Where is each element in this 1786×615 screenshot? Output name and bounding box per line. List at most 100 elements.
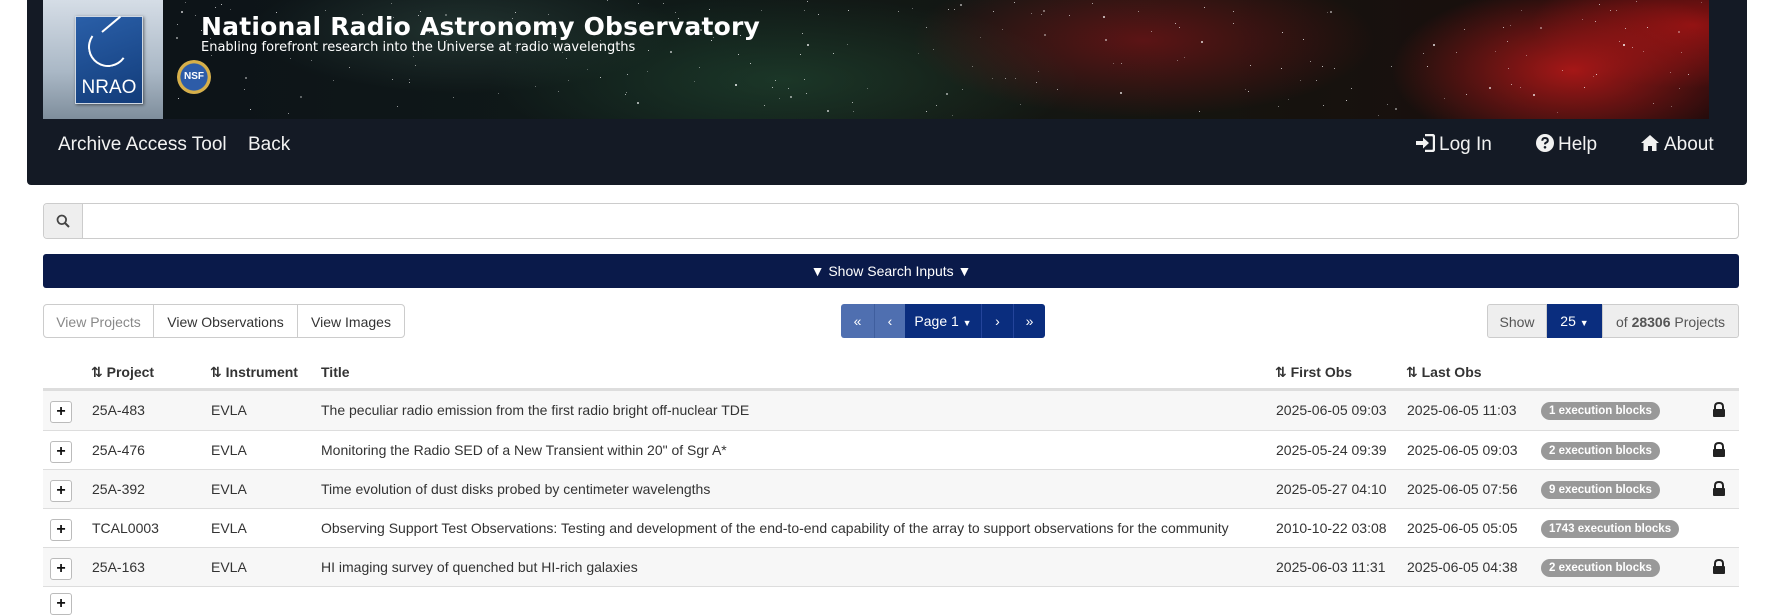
star-dot bbox=[1671, 106, 1673, 108]
star-dot bbox=[1278, 106, 1280, 108]
star-dot bbox=[1303, 39, 1305, 41]
nav-archive-access-tool[interactable]: Archive Access Tool bbox=[58, 134, 227, 156]
star-dot bbox=[925, 26, 927, 28]
nsf-logo[interactable]: NSF bbox=[177, 60, 211, 94]
star-dot bbox=[1652, 102, 1654, 104]
login-icon bbox=[1416, 133, 1436, 153]
prev-page-button[interactable]: ‹ bbox=[874, 304, 905, 338]
page-select-dropdown[interactable]: Page 1 ▼ bbox=[905, 304, 981, 338]
column-header-instrument[interactable]: ⇅ Instrument bbox=[210, 364, 298, 381]
cell-instrument: EVLA bbox=[211, 402, 247, 418]
execution-blocks-badge[interactable]: 1 execution blocks bbox=[1541, 402, 1660, 420]
star-dot bbox=[898, 10, 900, 12]
star-dot bbox=[847, 10, 849, 12]
star-dot bbox=[833, 53, 835, 55]
star-dot bbox=[1533, 93, 1535, 96]
execution-blocks-badge[interactable]: 2 execution blocks bbox=[1541, 442, 1660, 460]
cell-project[interactable]: 25A-163 bbox=[92, 559, 145, 575]
star-dot bbox=[1503, 26, 1505, 28]
cell-title: The peculiar radio emission from the fir… bbox=[321, 402, 750, 418]
nav-help[interactable]: Help bbox=[1536, 134, 1597, 156]
next-page-button[interactable]: › bbox=[981, 304, 1013, 338]
expand-row-button[interactable]: + bbox=[50, 401, 72, 423]
star-dot bbox=[627, 74, 629, 76]
star-dot bbox=[945, 92, 948, 95]
page-size-value: 25 bbox=[1560, 313, 1576, 329]
star-dot bbox=[646, 71, 648, 73]
table-row: + 25A-392 EVLA Time evolution of dust di… bbox=[43, 469, 1739, 509]
star-dot bbox=[1031, 13, 1032, 15]
star-dot bbox=[1510, 25, 1512, 27]
view-images-button[interactable]: View Images bbox=[297, 304, 405, 338]
cell-instrument: EVLA bbox=[211, 481, 247, 497]
nav-back[interactable]: Back bbox=[248, 134, 290, 156]
last-page-button[interactable]: » bbox=[1013, 304, 1045, 338]
lock-icon bbox=[1713, 559, 1725, 574]
view-observations-button[interactable]: View Observations bbox=[153, 304, 298, 338]
star-dot bbox=[1494, 51, 1496, 53]
cell-last-obs: 2025-06-05 05:05 bbox=[1407, 520, 1518, 536]
star-dot bbox=[1299, 80, 1301, 82]
nav-log-in[interactable]: Log In bbox=[1415, 133, 1492, 156]
first-page-button[interactable]: « bbox=[841, 304, 874, 338]
column-header-first-obs[interactable]: ⇅ First Obs bbox=[1275, 364, 1352, 381]
search-input[interactable] bbox=[84, 204, 1724, 238]
star-dot bbox=[1670, 72, 1671, 74]
view-projects-button[interactable]: View Projects bbox=[43, 304, 154, 338]
expand-row-button[interactable]: + bbox=[50, 519, 72, 541]
execution-blocks-badge[interactable]: 2 execution blocks bbox=[1541, 559, 1660, 577]
table-row: + 25A-163 EVLA HI imaging survey of quen… bbox=[43, 547, 1739, 587]
count-unit: Projects bbox=[1674, 314, 1725, 330]
search-icon bbox=[44, 204, 83, 238]
star-dot bbox=[180, 11, 183, 14]
star-dot bbox=[1014, 77, 1016, 79]
star-dot bbox=[847, 43, 849, 45]
cell-project[interactable]: 25A-392 bbox=[92, 481, 145, 497]
cell-project[interactable]: TCAL0003 bbox=[92, 520, 159, 536]
column-header-project[interactable]: ⇅ Project bbox=[91, 364, 154, 381]
expand-row-button[interactable]: + bbox=[50, 558, 72, 580]
expand-row-button[interactable]: + bbox=[50, 441, 72, 463]
star-dot bbox=[936, 105, 938, 107]
total-count-label: of 28306 Projects bbox=[1602, 304, 1739, 338]
nrao-logo[interactable]: NRAO bbox=[75, 15, 143, 104]
star-dot bbox=[1623, 44, 1626, 47]
expand-row-button[interactable]: + bbox=[50, 593, 72, 615]
star-dot bbox=[1040, 14, 1042, 16]
sort-icon: ⇅ bbox=[1406, 364, 1418, 380]
column-header-instrument-label: Instrument bbox=[225, 364, 298, 380]
star-dot bbox=[826, 110, 829, 113]
page-select-label: Page 1 bbox=[914, 313, 959, 329]
column-header-first-obs-label: First Obs bbox=[1290, 364, 1353, 380]
star-dot bbox=[1432, 44, 1435, 47]
star-dot bbox=[1444, 97, 1446, 99]
star-dot bbox=[1687, 73, 1689, 75]
execution-blocks-badge[interactable]: 9 execution blocks bbox=[1541, 481, 1660, 499]
star-dot bbox=[1249, 64, 1251, 66]
star-dot bbox=[866, 87, 868, 89]
star-dot bbox=[1150, 31, 1152, 33]
dish-icon bbox=[84, 23, 132, 71]
site-header: NRAO NSF National Radio Astronomy Observ… bbox=[27, 0, 1747, 185]
column-header-last-obs[interactable]: ⇅ Last Obs bbox=[1406, 364, 1482, 381]
expand-row-button[interactable]: + bbox=[50, 480, 72, 502]
star-dot bbox=[1287, 98, 1289, 100]
cell-project[interactable]: 25A-476 bbox=[92, 442, 145, 458]
cell-project[interactable]: 25A-483 bbox=[92, 402, 145, 418]
show-search-inputs-toggle[interactable]: ▼ Show Search Inputs ▼ bbox=[43, 254, 1739, 288]
star-dot bbox=[662, 3, 664, 5]
page-size-dropdown[interactable]: 25 ▼ bbox=[1547, 304, 1602, 338]
star-dot bbox=[803, 9, 805, 11]
sort-icon: ⇅ bbox=[91, 364, 103, 380]
execution-blocks-badge[interactable]: 1743 execution blocks bbox=[1541, 520, 1680, 538]
star-dot bbox=[1466, 93, 1468, 95]
star-dot bbox=[817, 13, 819, 15]
star-dot bbox=[993, 11, 995, 13]
star-dot bbox=[392, 79, 394, 81]
nav-about[interactable]: About bbox=[1640, 134, 1714, 156]
star-dot bbox=[1636, 0, 1638, 2]
cell-last-obs: 2025-06-05 11:03 bbox=[1407, 402, 1517, 418]
caret-down-icon: ▼ bbox=[962, 318, 972, 328]
table-row: + bbox=[43, 586, 1739, 615]
caret-down-icon: ▼ bbox=[1579, 318, 1589, 328]
